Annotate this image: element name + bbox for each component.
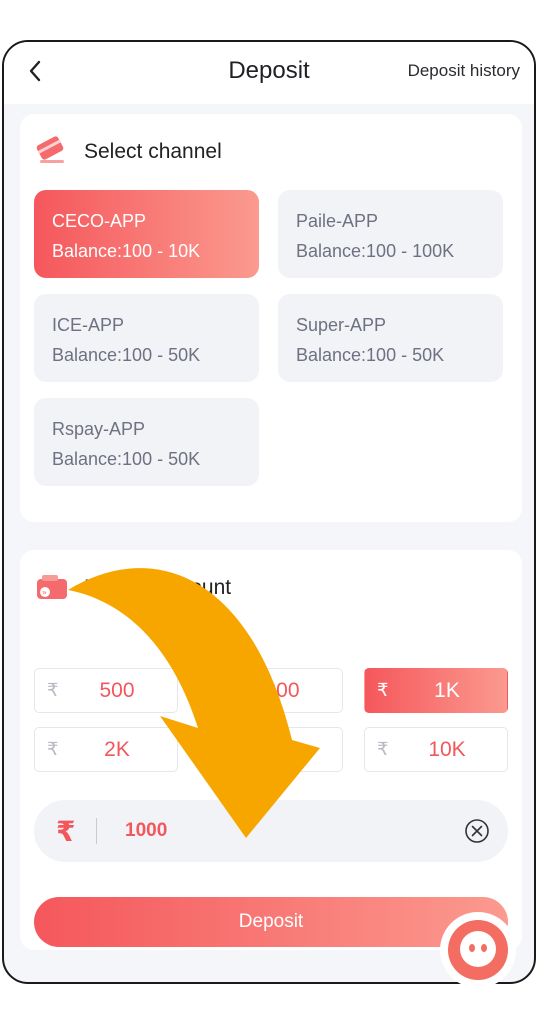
amount-value: 500: [99, 678, 135, 702]
channel-name: Paile-APP: [296, 211, 379, 231]
channel-name: ICE-APP: [52, 315, 125, 335]
amount-input[interactable]: [125, 820, 455, 842]
amount-option-2k[interactable]: ₹ 2K: [34, 727, 178, 772]
channel-balance: Balance:100 - 50K: [296, 345, 445, 365]
amount-value: 5K: [269, 737, 295, 761]
channel-name: Rspay-APP: [52, 419, 146, 439]
wallet-icon: »: [37, 575, 67, 599]
amount-value: 2K: [104, 737, 130, 761]
svg-text:»: »: [42, 588, 47, 597]
amount-value: 800: [264, 678, 300, 702]
amount-option-1k[interactable]: ₹ 1K: [364, 668, 508, 713]
rupee-icon: ₹: [47, 680, 59, 700]
chat-support-button[interactable]: [440, 912, 516, 988]
phone-frame: Deposit Deposit history Select channel C…: [2, 40, 536, 984]
amount-value: 1K: [434, 678, 460, 702]
amount-value: 10K: [428, 737, 466, 761]
amount-option-5k[interactable]: ₹ 5K: [199, 727, 343, 772]
amount-option-10k[interactable]: ₹ 10K: [364, 727, 508, 772]
channel-super-app[interactable]: Super-APP Balance:100 - 50K: [278, 294, 503, 382]
rupee-icon: ₹: [212, 680, 224, 700]
deposit-history-link[interactable]: Deposit history: [408, 61, 520, 81]
channel-card: Select channel CECO-APP Balance:100 - 10…: [20, 114, 522, 522]
channel-balance: Balance:100 - 10K: [52, 241, 201, 261]
amount-input-container: ₹: [34, 800, 508, 862]
channel-rspay-app[interactable]: Rspay-APP Balance:100 - 50K: [34, 398, 259, 486]
rupee-icon: ₹: [47, 739, 59, 759]
channel-balance: Balance:100 - 50K: [52, 449, 201, 469]
channel-name: CECO-APP: [52, 211, 147, 231]
header: Deposit Deposit history: [4, 42, 534, 104]
card-icon: [36, 136, 64, 163]
channel-ceco-app[interactable]: CECO-APP Balance:100 - 10K: [34, 190, 259, 278]
amount-section-title: Deposit amount: [84, 576, 232, 599]
divider: [96, 818, 97, 844]
amount-option-800[interactable]: ₹ 800: [199, 668, 343, 713]
rupee-icon: ₹: [377, 680, 389, 700]
rupee-icon: ₹: [56, 815, 76, 847]
channel-paile-app[interactable]: Paile-APP Balance:100 - 100K: [278, 190, 503, 278]
channel-section-header: Select channel: [34, 134, 222, 170]
chat-support-icon: [448, 920, 508, 980]
channel-name: Super-APP: [296, 315, 387, 335]
amount-card: » Deposit amount ₹ 500 ₹ 800 ₹ 1K ₹ 2K ₹…: [20, 550, 522, 950]
amount-section-header: » Deposit amount: [34, 570, 231, 606]
channel-ice-app[interactable]: ICE-APP Balance:100 - 50K: [34, 294, 259, 382]
deposit-button[interactable]: Deposit: [34, 897, 508, 947]
rupee-icon: ₹: [212, 739, 224, 759]
channel-balance: Balance:100 - 100K: [296, 241, 455, 261]
channel-section-title: Select channel: [84, 140, 222, 163]
amount-option-500[interactable]: ₹ 500: [34, 668, 178, 713]
rupee-icon: ₹: [377, 739, 389, 759]
channel-balance: Balance:100 - 50K: [52, 345, 201, 365]
clear-circle-icon[interactable]: [464, 818, 490, 844]
